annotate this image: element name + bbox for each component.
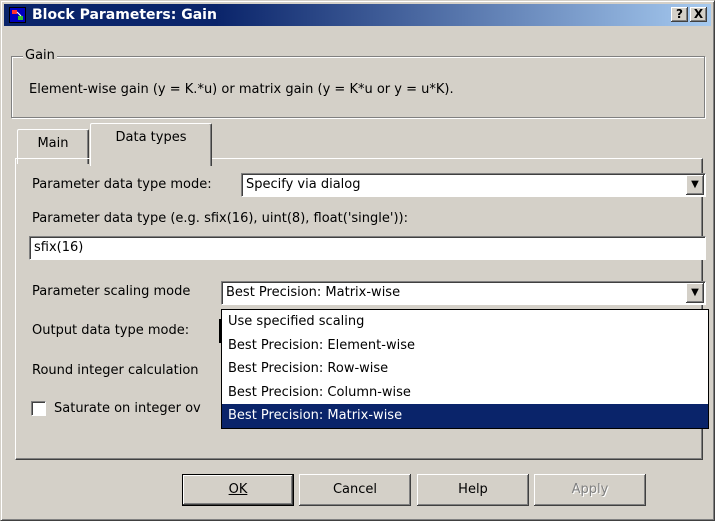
saturate-label: Saturate on integer ov bbox=[54, 401, 201, 416]
block-description: Element-wise gain (y = K.*u) or matrix g… bbox=[29, 82, 454, 97]
ok-button[interactable]: OK bbox=[182, 474, 294, 506]
dropdown-option-selected[interactable]: Best Precision: Matrix-wise bbox=[222, 404, 708, 428]
param-dtype-value: sfix(16) bbox=[34, 240, 84, 255]
param-dtype-mode-select[interactable]: Specify via dialog ▼ bbox=[241, 173, 706, 197]
dropdown-option[interactable]: Best Precision: Row-wise bbox=[222, 357, 708, 381]
param-scaling-mode-select[interactable]: Best Precision: Matrix-wise ▼ bbox=[221, 281, 706, 305]
help-button-label: Help bbox=[458, 482, 488, 497]
apply-button-label: Apply bbox=[571, 482, 609, 497]
tab-data-types[interactable]: Data types bbox=[90, 123, 212, 166]
chevron-down-icon[interactable]: ▼ bbox=[686, 175, 704, 195]
cancel-button[interactable]: Cancel bbox=[299, 474, 411, 506]
title-bar[interactable]: Block Parameters: Gain ? X bbox=[4, 4, 711, 26]
dropdown-option[interactable]: Best Precision: Element-wise bbox=[222, 334, 708, 358]
output-dtype-mode-label: Output data type mode: bbox=[32, 323, 190, 338]
param-dtype-input[interactable]: sfix(16) bbox=[29, 236, 706, 260]
param-dtype-label: Parameter data type (e.g. sfix(16), uint… bbox=[32, 211, 408, 226]
cancel-button-label: Cancel bbox=[332, 482, 378, 497]
simulink-block-icon bbox=[9, 7, 26, 23]
chevron-down-icon[interactable]: ▼ bbox=[686, 283, 704, 303]
param-dtype-mode-label: Parameter data type mode: bbox=[32, 177, 212, 192]
apply-button[interactable]: Apply bbox=[534, 474, 646, 506]
window-title: Block Parameters: Gain bbox=[32, 7, 217, 23]
dropdown-option[interactable]: Best Precision: Column-wise bbox=[222, 381, 708, 405]
close-button[interactable]: X bbox=[690, 7, 707, 22]
scaling-mode-dropdown-list: Use specified scaling Best Precision: El… bbox=[221, 309, 709, 429]
saturate-checkbox[interactable] bbox=[31, 401, 46, 416]
help-button[interactable]: Help bbox=[417, 474, 529, 506]
dropdown-option[interactable]: Use specified scaling bbox=[222, 310, 708, 334]
param-dtype-mode-value: Specify via dialog bbox=[246, 177, 361, 192]
round-label: Round integer calculation bbox=[32, 363, 199, 378]
param-scaling-mode-value: Best Precision: Matrix-wise bbox=[226, 285, 401, 300]
dialog-window: Block Parameters: Gain ? X Gain Element-… bbox=[0, 0, 715, 521]
group-legend: Gain bbox=[23, 48, 57, 63]
help-title-button[interactable]: ? bbox=[671, 7, 688, 22]
ok-button-label: OK bbox=[228, 482, 248, 497]
param-scaling-mode-label: Parameter scaling mode bbox=[32, 284, 191, 299]
